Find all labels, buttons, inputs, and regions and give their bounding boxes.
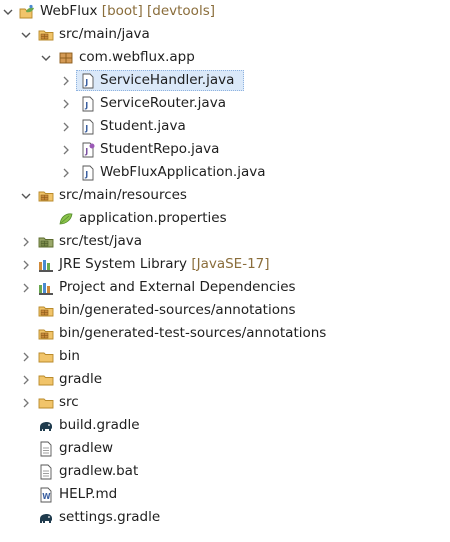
file-label: gradlew.bat — [59, 463, 139, 479]
text-file-icon — [37, 440, 54, 457]
chevron-right-icon[interactable] — [60, 92, 72, 115]
chevron-right-icon[interactable] — [20, 391, 32, 414]
file-label: gradlew — [59, 440, 114, 456]
chevron-right-icon[interactable] — [20, 276, 32, 299]
chevron-right-icon[interactable] — [20, 345, 32, 368]
file-node-servicehandler[interactable]: ServiceHandler.java — [0, 69, 450, 92]
file-node-build-gradle[interactable]: build.gradle — [0, 414, 450, 437]
source-folder-main-resources[interactable]: src/main/resources — [0, 184, 450, 207]
chevron-right-icon[interactable] — [20, 253, 32, 276]
file-label: StudentRepo.java — [100, 141, 220, 157]
gradle-elephant-icon — [37, 509, 54, 526]
file-node-webfluxapplication[interactable]: WebFluxApplication.java — [0, 161, 450, 184]
java-file-icon — [79, 118, 96, 135]
text-file-icon — [37, 463, 54, 480]
source-folder-label: bin/generated-sources/annotations — [59, 302, 296, 318]
folder-node-bin[interactable]: bin — [0, 345, 450, 368]
folder-label: gradle — [59, 371, 103, 387]
folder-icon — [37, 371, 54, 388]
folder-node-src[interactable]: src — [0, 391, 450, 414]
source-folder-main-java[interactable]: src/main/java — [0, 23, 450, 46]
file-label: Student.java — [100, 118, 186, 134]
source-folder-generated-test-sources[interactable]: bin/generated-test-sources/annotations — [0, 322, 450, 345]
chevron-down-icon[interactable] — [40, 46, 52, 69]
file-node-application-properties[interactable]: application.properties — [0, 207, 450, 230]
java-file-icon — [79, 72, 96, 89]
chevron-down-icon[interactable] — [2, 0, 14, 23]
source-folder-label: src/test/java — [59, 233, 143, 249]
java-interface-file-icon — [79, 141, 96, 158]
library-label: JRE System Library — [59, 256, 188, 272]
source-folder-icon — [37, 325, 54, 342]
source-folder-test-java[interactable]: src/test/java — [0, 230, 450, 253]
folder-icon — [37, 394, 54, 411]
file-node-servicerouter[interactable]: ServiceRouter.java — [0, 92, 450, 115]
file-node-student[interactable]: Student.java — [0, 115, 450, 138]
java-file-icon — [79, 95, 96, 112]
file-label: HELP.md — [59, 486, 118, 502]
project-decoration: [boot] [devtools] — [101, 3, 215, 19]
file-node-help-md[interactable]: HELP.md — [0, 483, 450, 506]
chevron-right-icon[interactable] — [20, 368, 32, 391]
chevron-down-icon[interactable] — [20, 184, 32, 207]
folder-icon — [37, 348, 54, 365]
source-folder-icon — [37, 302, 54, 319]
file-node-gradlew[interactable]: gradlew — [0, 437, 450, 460]
source-folder-label: src/main/java — [59, 26, 150, 42]
file-node-gradlew-bat[interactable]: gradlew.bat — [0, 460, 450, 483]
test-source-folder-icon — [37, 233, 54, 250]
folder-label: bin — [59, 348, 80, 364]
gradle-elephant-icon — [37, 417, 54, 434]
markdown-file-icon — [37, 486, 54, 503]
file-label: ServiceHandler.java — [100, 72, 235, 88]
folder-node-gradle[interactable]: gradle — [0, 368, 450, 391]
file-node-settings-gradle[interactable]: settings.gradle — [0, 506, 450, 529]
file-label: application.properties — [79, 210, 227, 226]
dependencies-node[interactable]: Project and External Dependencies — [0, 276, 450, 299]
chevron-right-icon[interactable] — [60, 69, 72, 92]
source-folder-generated-sources[interactable]: bin/generated-sources/annotations — [0, 299, 450, 322]
chevron-right-icon[interactable] — [60, 115, 72, 138]
source-folder-icon — [37, 26, 54, 43]
package-label: com.webflux.app — [79, 49, 195, 65]
chevron-right-icon[interactable] — [20, 230, 32, 253]
library-icon — [37, 256, 54, 273]
dependencies-label: Project and External Dependencies — [59, 279, 296, 295]
library-icon — [37, 279, 54, 296]
package-node[interactable]: com.webflux.app — [0, 46, 450, 69]
file-label: settings.gradle — [59, 509, 161, 525]
file-label: WebFluxApplication.java — [100, 164, 266, 180]
chevron-right-icon[interactable] — [60, 138, 72, 161]
project-node[interactable]: WebFlux [boot] [devtools] — [0, 0, 450, 23]
spring-leaf-icon — [57, 210, 74, 227]
file-label: build.gradle — [59, 417, 140, 433]
source-folder-label: bin/generated-test-sources/annotations — [59, 325, 327, 341]
jre-library-node[interactable]: JRE System Library [JavaSE-17] — [0, 253, 450, 276]
file-label: ServiceRouter.java — [100, 95, 226, 111]
source-folder-label: src/main/resources — [59, 187, 187, 203]
gradle-project-icon — [18, 3, 35, 20]
source-folder-icon — [37, 187, 54, 204]
file-node-studentrepo[interactable]: StudentRepo.java — [0, 138, 450, 161]
chevron-down-icon[interactable] — [20, 23, 32, 46]
folder-label: src — [59, 394, 79, 410]
package-icon — [57, 49, 74, 66]
chevron-right-icon[interactable] — [60, 161, 72, 184]
project-name: WebFlux — [40, 3, 98, 19]
library-decoration: [JavaSE-17] — [191, 256, 270, 272]
java-file-icon — [79, 164, 96, 181]
